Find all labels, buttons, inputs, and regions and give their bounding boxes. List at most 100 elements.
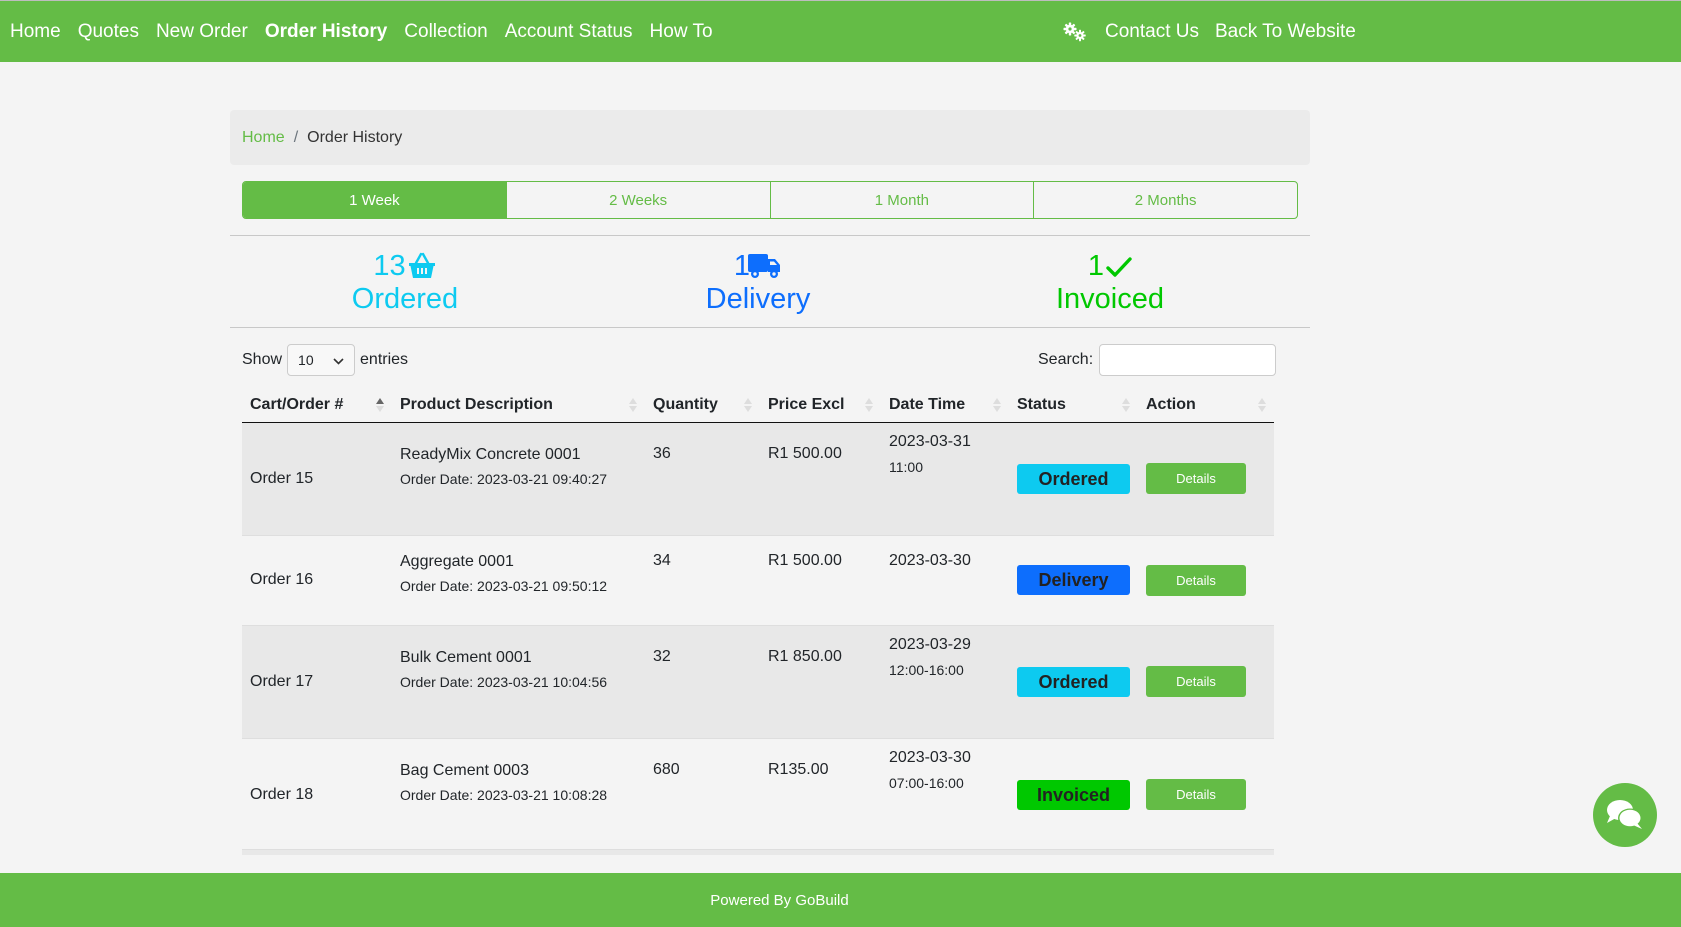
product-cell: ReadyMix Concrete 0001 Order Date: 2023-… — [392, 422, 645, 535]
breadcrumb-home-link[interactable]: Home — [242, 129, 285, 147]
price: R1 500.00 — [760, 422, 881, 535]
stat-ordered-label: Ordered — [351, 283, 459, 315]
nav-contact-us[interactable]: Contact Us — [1105, 21, 1199, 43]
col-header-datetime-label: Date Time — [889, 395, 966, 413]
col-header-action-label: Action — [1146, 395, 1196, 413]
sort-icon — [1258, 398, 1266, 412]
divider-top — [230, 235, 1310, 236]
col-header-order-label: Cart/Order # — [250, 395, 344, 413]
breadcrumb-current: Order History — [307, 128, 403, 146]
footer: Powered By GoBuild — [0, 873, 1681, 927]
action-cell: Details — [1138, 624, 1274, 738]
order-date: Order Date: 2023-03-21 10:08:28 — [400, 786, 608, 803]
table-header-row: Cart/Order # Product Description Quantit… — [242, 388, 1274, 423]
sort-icon — [629, 398, 637, 412]
status-cell: Ordered — [1009, 422, 1138, 535]
price: R135.00 — [760, 737, 881, 851]
details-button[interactable]: Details — [1146, 779, 1246, 811]
stat-delivery-label: Delivery — [705, 283, 811, 315]
col-header-action[interactable]: Action — [1138, 388, 1274, 423]
delivery-time: 12:00-16:00 — [889, 661, 964, 678]
col-header-status-label: Status — [1017, 395, 1066, 413]
stat-invoiced-count: 1 — [1087, 250, 1105, 282]
delivery-time: 07:00-16:00 — [889, 774, 964, 791]
col-header-order[interactable]: Cart/Order # — [242, 388, 392, 423]
order-date: Order Date: 2023-03-21 09:50:12 — [400, 577, 608, 594]
status-cell: Ordered — [1009, 624, 1138, 738]
delivery-time: 11:00 — [889, 458, 923, 475]
stat-ordered-count: 13 — [373, 250, 406, 282]
order-date: Order Date: 2023-03-21 09:40:27 — [400, 470, 608, 487]
price: R1 850.00 — [760, 624, 881, 738]
top-navbar: Home Quotes New Order Order History Coll… — [0, 0, 1681, 62]
nav-how-to[interactable]: How To — [650, 21, 713, 43]
datetime-cell: 2023-03-30 07:00-16:00 — [881, 737, 1009, 851]
sort-icon — [993, 398, 1001, 412]
entries-select[interactable]: 10 — [287, 344, 356, 376]
status-badge: Invoiced — [1017, 779, 1130, 810]
nav-account-status[interactable]: Account Status — [505, 21, 633, 43]
datetime-cell: 2023-03-30 — [881, 534, 1009, 625]
details-button[interactable]: Details — [1146, 564, 1246, 596]
nav-home[interactable]: Home — [10, 21, 61, 43]
delivery-date: 2023-03-30 — [889, 748, 971, 766]
chat-button[interactable] — [1593, 783, 1657, 847]
search-label: Search: — [1038, 351, 1094, 368]
period-tabs: 1 Week 2 Weeks 1 Month 2 Months — [242, 181, 1298, 219]
order-number: Order 17 — [242, 624, 392, 738]
product-name: ReadyMix Concrete 0001 — [400, 445, 581, 463]
product-cell: Bag Cement 0003 Order Date: 2023-03-21 1… — [392, 737, 645, 851]
nav-quotes[interactable]: Quotes — [78, 21, 139, 43]
divider-bottom — [230, 327, 1310, 328]
product-name: Bag Cement 0003 — [400, 761, 529, 779]
delivery-date: 2023-03-31 — [889, 432, 971, 450]
product-cell: Bulk Cement 0001 Order Date: 2023-03-21 … — [392, 624, 645, 738]
chat-bubbles-icon — [1605, 798, 1645, 832]
order-number: Order 18 — [242, 737, 392, 851]
basket-icon — [407, 252, 437, 280]
sort-icon — [865, 398, 873, 412]
order-number: Order 15 — [242, 422, 392, 535]
col-header-quantity[interactable]: Quantity — [645, 388, 760, 423]
order-date: Order Date: 2023-03-21 10:04:56 — [400, 673, 608, 690]
sort-asc-icon — [376, 398, 384, 412]
action-cell: Details — [1138, 737, 1274, 851]
col-header-price-label: Price Excl — [768, 395, 845, 413]
nav-collection[interactable]: Collection — [404, 21, 487, 43]
order-number: Order 16 — [242, 534, 392, 625]
quantity: 36 — [645, 422, 760, 535]
search-control: Search: — [1038, 344, 1277, 376]
stat-invoiced-label: Invoiced — [1055, 283, 1164, 315]
search-input[interactable] — [1099, 344, 1277, 376]
show-entries-control: Show 10 entries — [242, 344, 408, 376]
status-cell: Delivery — [1009, 534, 1138, 625]
col-header-status[interactable]: Status — [1009, 388, 1138, 423]
col-header-datetime[interactable]: Date Time — [881, 388, 1009, 423]
table-row-partial — [242, 849, 1274, 855]
chevron-down-icon — [333, 352, 344, 368]
tab-1-month[interactable]: 1 Month — [769, 182, 1034, 218]
nav-order-history[interactable]: Order History — [265, 21, 387, 43]
col-header-product-label: Product Description — [400, 395, 553, 413]
details-button[interactable]: Details — [1146, 666, 1246, 697]
col-header-quantity-label: Quantity — [653, 395, 718, 413]
col-header-product[interactable]: Product Description — [392, 388, 645, 423]
nav-right: Contact Us Back To Website — [1062, 1, 1372, 63]
show-label: Show — [242, 351, 283, 368]
tab-2-months[interactable]: 2 Months — [1033, 182, 1297, 218]
nav-new-order[interactable]: New Order — [156, 21, 248, 43]
check-icon — [1106, 254, 1132, 278]
details-button[interactable]: Details — [1146, 463, 1246, 494]
quantity: 32 — [645, 624, 760, 738]
quantity: 680 — [645, 737, 760, 851]
col-header-price[interactable]: Price Excl — [760, 388, 881, 423]
datetime-cell: 2023-03-29 12:00-16:00 — [881, 624, 1009, 738]
tab-2-weeks[interactable]: 2 Weeks — [505, 182, 770, 218]
breadcrumb-separator: / — [293, 128, 299, 146]
action-cell: Details — [1138, 422, 1274, 535]
gears-icon[interactable] — [1062, 21, 1088, 43]
status-badge: Ordered — [1017, 463, 1130, 494]
status-badge: Ordered — [1017, 666, 1130, 697]
tab-1-week[interactable]: 1 Week — [243, 182, 506, 218]
nav-back-to-website[interactable]: Back To Website — [1215, 21, 1356, 43]
